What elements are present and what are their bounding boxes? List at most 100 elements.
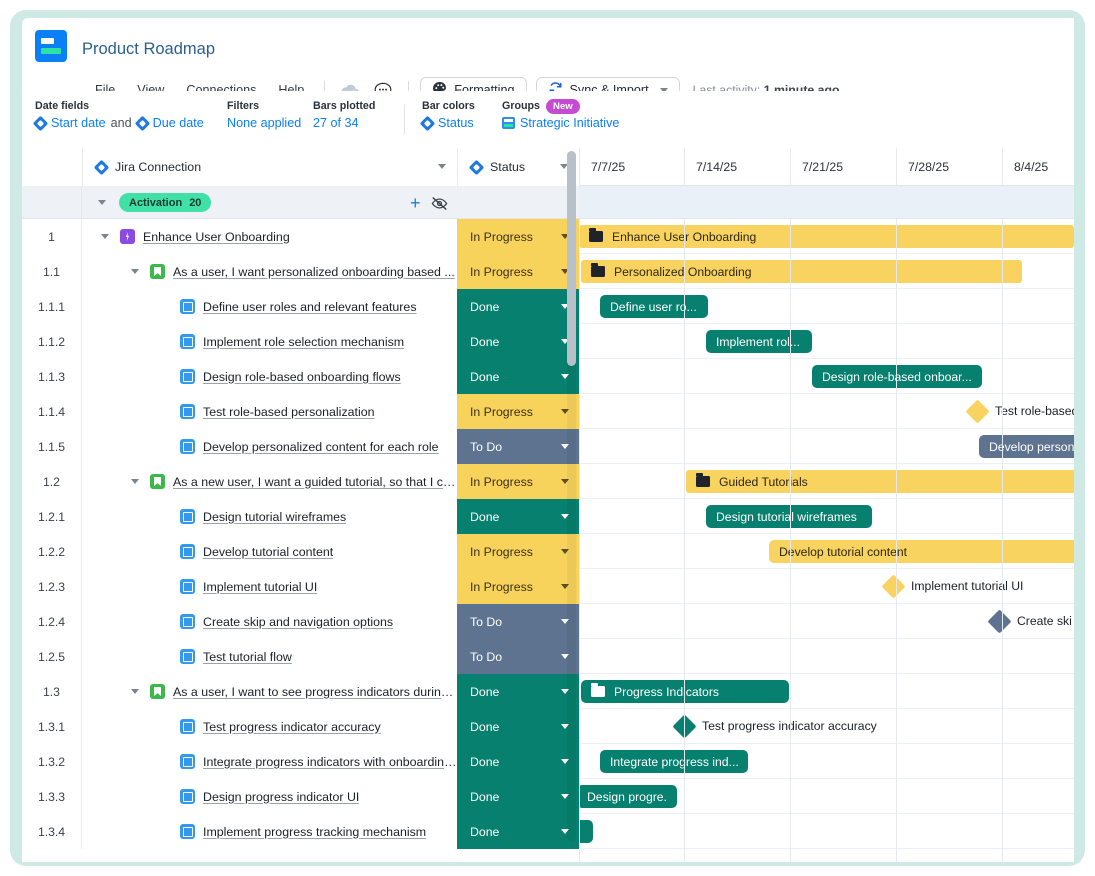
row-title[interactable]: As a user, I want personalized onboardin… <box>173 265 455 279</box>
row-name-cell[interactable]: Implement role selection mechanism <box>82 324 457 359</box>
table-row[interactable]: 1.1.1 Define user roles and relevant feat… <box>22 289 1074 324</box>
gantt-bar[interactable]: Develop tutorial content <box>769 540 1074 563</box>
group-chip[interactable]: Activation 20 <box>119 193 212 212</box>
row-name-cell[interactable]: Test progress indicator accuracy <box>82 709 457 744</box>
row-title[interactable]: Define user roles and relevant features <box>203 300 417 314</box>
row-expand-chevron-icon[interactable] <box>128 269 142 274</box>
status-cell[interactable]: Done <box>457 359 579 394</box>
gantt-bar[interactable]: Personalized Onboarding <box>581 260 1022 283</box>
status-cell[interactable]: Done <box>457 289 579 324</box>
milestone-diamond[interactable] <box>881 574 906 599</box>
table-row[interactable]: 1.3.3 Design progress indicator UI Done Des… <box>22 779 1074 814</box>
status-cell[interactable]: To Do <box>457 639 579 674</box>
gantt-bar[interactable]: Design tutorial wireframes <box>706 505 872 528</box>
row-name-cell[interactable]: Enhance User Onboarding <box>82 219 457 254</box>
row-title[interactable]: Test progress indicator accuracy <box>203 720 381 734</box>
gantt-bar[interactable]: Guided Tutorials <box>686 470 1074 493</box>
status-cell[interactable]: Done <box>457 779 579 814</box>
row-name-cell[interactable]: As a new user, I want a guided tutorial,… <box>82 464 457 499</box>
group-collapse-chevron-icon[interactable] <box>98 200 106 205</box>
table-row[interactable]: 1.3.1 Test progress indicator accuracy Don… <box>22 709 1074 744</box>
table-row[interactable]: 1 Enhance User Onboarding In Progress Enhan… <box>22 219 1074 254</box>
status-cell[interactable]: In Progress <box>457 569 579 604</box>
row-name-cell[interactable]: Test tutorial flow <box>82 639 457 674</box>
table-row[interactable]: 1.3.2 Integrate progress indicators with … <box>22 744 1074 779</box>
milestone-diamond[interactable] <box>672 714 697 739</box>
milestone-diamond[interactable] <box>987 609 1012 634</box>
status-cell[interactable]: In Progress <box>457 254 579 289</box>
table-row[interactable]: 1.2.2 Develop tutorial content In Progress… <box>22 534 1074 569</box>
row-title[interactable]: Design progress indicator UI <box>203 790 359 804</box>
status-cell[interactable]: To Do <box>457 604 579 639</box>
row-name-cell[interactable]: Create skip and navigation options <box>82 604 457 639</box>
status-cell[interactable]: Done <box>457 324 579 359</box>
row-expand-chevron-icon[interactable] <box>128 689 142 694</box>
row-title[interactable]: Create skip and navigation options <box>203 615 393 629</box>
table-row[interactable]: 1.2.4 Create skip and navigation options T… <box>22 604 1074 639</box>
gantt-bar[interactable]: Define user ro... <box>600 295 708 318</box>
row-title[interactable]: Implement tutorial UI <box>203 580 317 594</box>
row-name-cell[interactable]: Develop tutorial content <box>82 534 457 569</box>
jira-column-chevron-down-icon[interactable] <box>438 164 446 169</box>
status-cell[interactable]: Done <box>457 709 579 744</box>
table-row[interactable]: 1.2.1 Design tutorial wireframes Done Desig… <box>22 499 1074 534</box>
table-row[interactable]: 1.1 As a user, I want personalized onboar… <box>22 254 1074 289</box>
gantt-bar[interactable] <box>573 820 593 843</box>
row-title[interactable]: Enhance User Onboarding <box>143 230 290 244</box>
row-name-cell[interactable]: As a user, I want personalized onboardin… <box>82 254 457 289</box>
scrollbar-thumb[interactable] <box>567 151 576 366</box>
bar-colors-value[interactable]: Status <box>438 116 474 130</box>
milestone-diamond[interactable] <box>965 399 990 424</box>
row-name-cell[interactable]: Design tutorial wireframes <box>82 499 457 534</box>
status-cell[interactable]: In Progress <box>457 219 579 254</box>
row-expand-chevron-icon[interactable] <box>98 234 112 239</box>
table-row[interactable]: 1.1.4 Test role-based personalization In P… <box>22 394 1074 429</box>
row-name-cell[interactable]: Develop personalized content for each ro… <box>82 429 457 464</box>
bars-plotted-value[interactable]: 27 of 34 <box>313 116 375 130</box>
table-row[interactable]: 1.2.3 Implement tutorial UI In Progress Imp… <box>22 569 1074 604</box>
row-name-cell[interactable]: Implement tutorial UI <box>82 569 457 604</box>
status-cell[interactable]: In Progress <box>457 534 579 569</box>
gantt-bar[interactable]: Integrate progress ind... <box>600 750 748 773</box>
row-name-cell[interactable]: Implement progress tracking mechanism <box>82 814 457 849</box>
due-date-value[interactable]: Due date <box>153 116 204 130</box>
table-row[interactable]: 1.3.4 Implement progress tracking mechani… <box>22 814 1074 849</box>
row-title[interactable]: Develop tutorial content <box>203 545 333 559</box>
gantt-bar[interactable]: Design role-based onboar... <box>812 365 982 388</box>
table-row[interactable]: 1.2.5 Test tutorial flow To Do <box>22 639 1074 674</box>
gantt-bar[interactable]: Develop person <box>979 435 1074 458</box>
status-cell[interactable]: In Progress <box>457 394 579 429</box>
gantt-bar[interactable]: Design progre... <box>577 785 677 808</box>
status-cell[interactable]: Done <box>457 499 579 534</box>
table-row[interactable]: 1.1.3 Design role-based onboarding flows D… <box>22 359 1074 394</box>
row-title[interactable]: Test tutorial flow <box>203 650 292 664</box>
start-date-value[interactable]: Start date <box>51 116 106 130</box>
row-title[interactable]: Integrate progress indicators with onboa… <box>203 755 457 769</box>
row-expand-chevron-icon[interactable] <box>128 479 142 484</box>
row-name-cell[interactable]: Define user roles and relevant features <box>82 289 457 324</box>
row-title[interactable]: Design role-based onboarding flows <box>203 370 401 384</box>
filters-value[interactable]: None applied <box>227 116 301 130</box>
eye-off-icon[interactable] <box>431 196 448 216</box>
gantt-bar[interactable]: Implement rol... <box>706 330 812 353</box>
status-cell[interactable]: Done <box>457 744 579 779</box>
row-title[interactable]: Implement progress tracking mechanism <box>203 825 426 839</box>
column-header-status[interactable]: Status <box>457 148 579 186</box>
status-cell[interactable]: To Do <box>457 429 579 464</box>
plus-icon[interactable]: + <box>410 194 421 212</box>
row-title[interactable]: As a user, I want to see progress indica… <box>173 685 457 699</box>
row-title[interactable]: Implement role selection mechanism <box>203 335 404 349</box>
row-title[interactable]: Test role-based personalization <box>203 405 375 419</box>
row-name-cell[interactable]: Test role-based personalization <box>82 394 457 429</box>
row-title[interactable]: Develop personalized content for each ro… <box>203 440 439 454</box>
row-name-cell[interactable]: Design role-based onboarding flows <box>82 359 457 394</box>
groups-value[interactable]: Strategic Initiative <box>520 116 619 130</box>
table-row[interactable]: 1.2 As a new user, I want a guided tutori… <box>22 464 1074 499</box>
left-panel-scrollbar[interactable] <box>567 151 576 841</box>
row-title[interactable]: As a new user, I want a guided tutorial,… <box>173 475 457 489</box>
status-cell[interactable]: In Progress <box>457 464 579 499</box>
row-name-cell[interactable]: As a user, I want to see progress indica… <box>82 674 457 709</box>
row-name-cell[interactable]: Design progress indicator UI <box>82 779 457 814</box>
status-cell[interactable]: Done <box>457 814 579 849</box>
gantt-bar[interactable]: Progress Indicators <box>581 680 789 703</box>
